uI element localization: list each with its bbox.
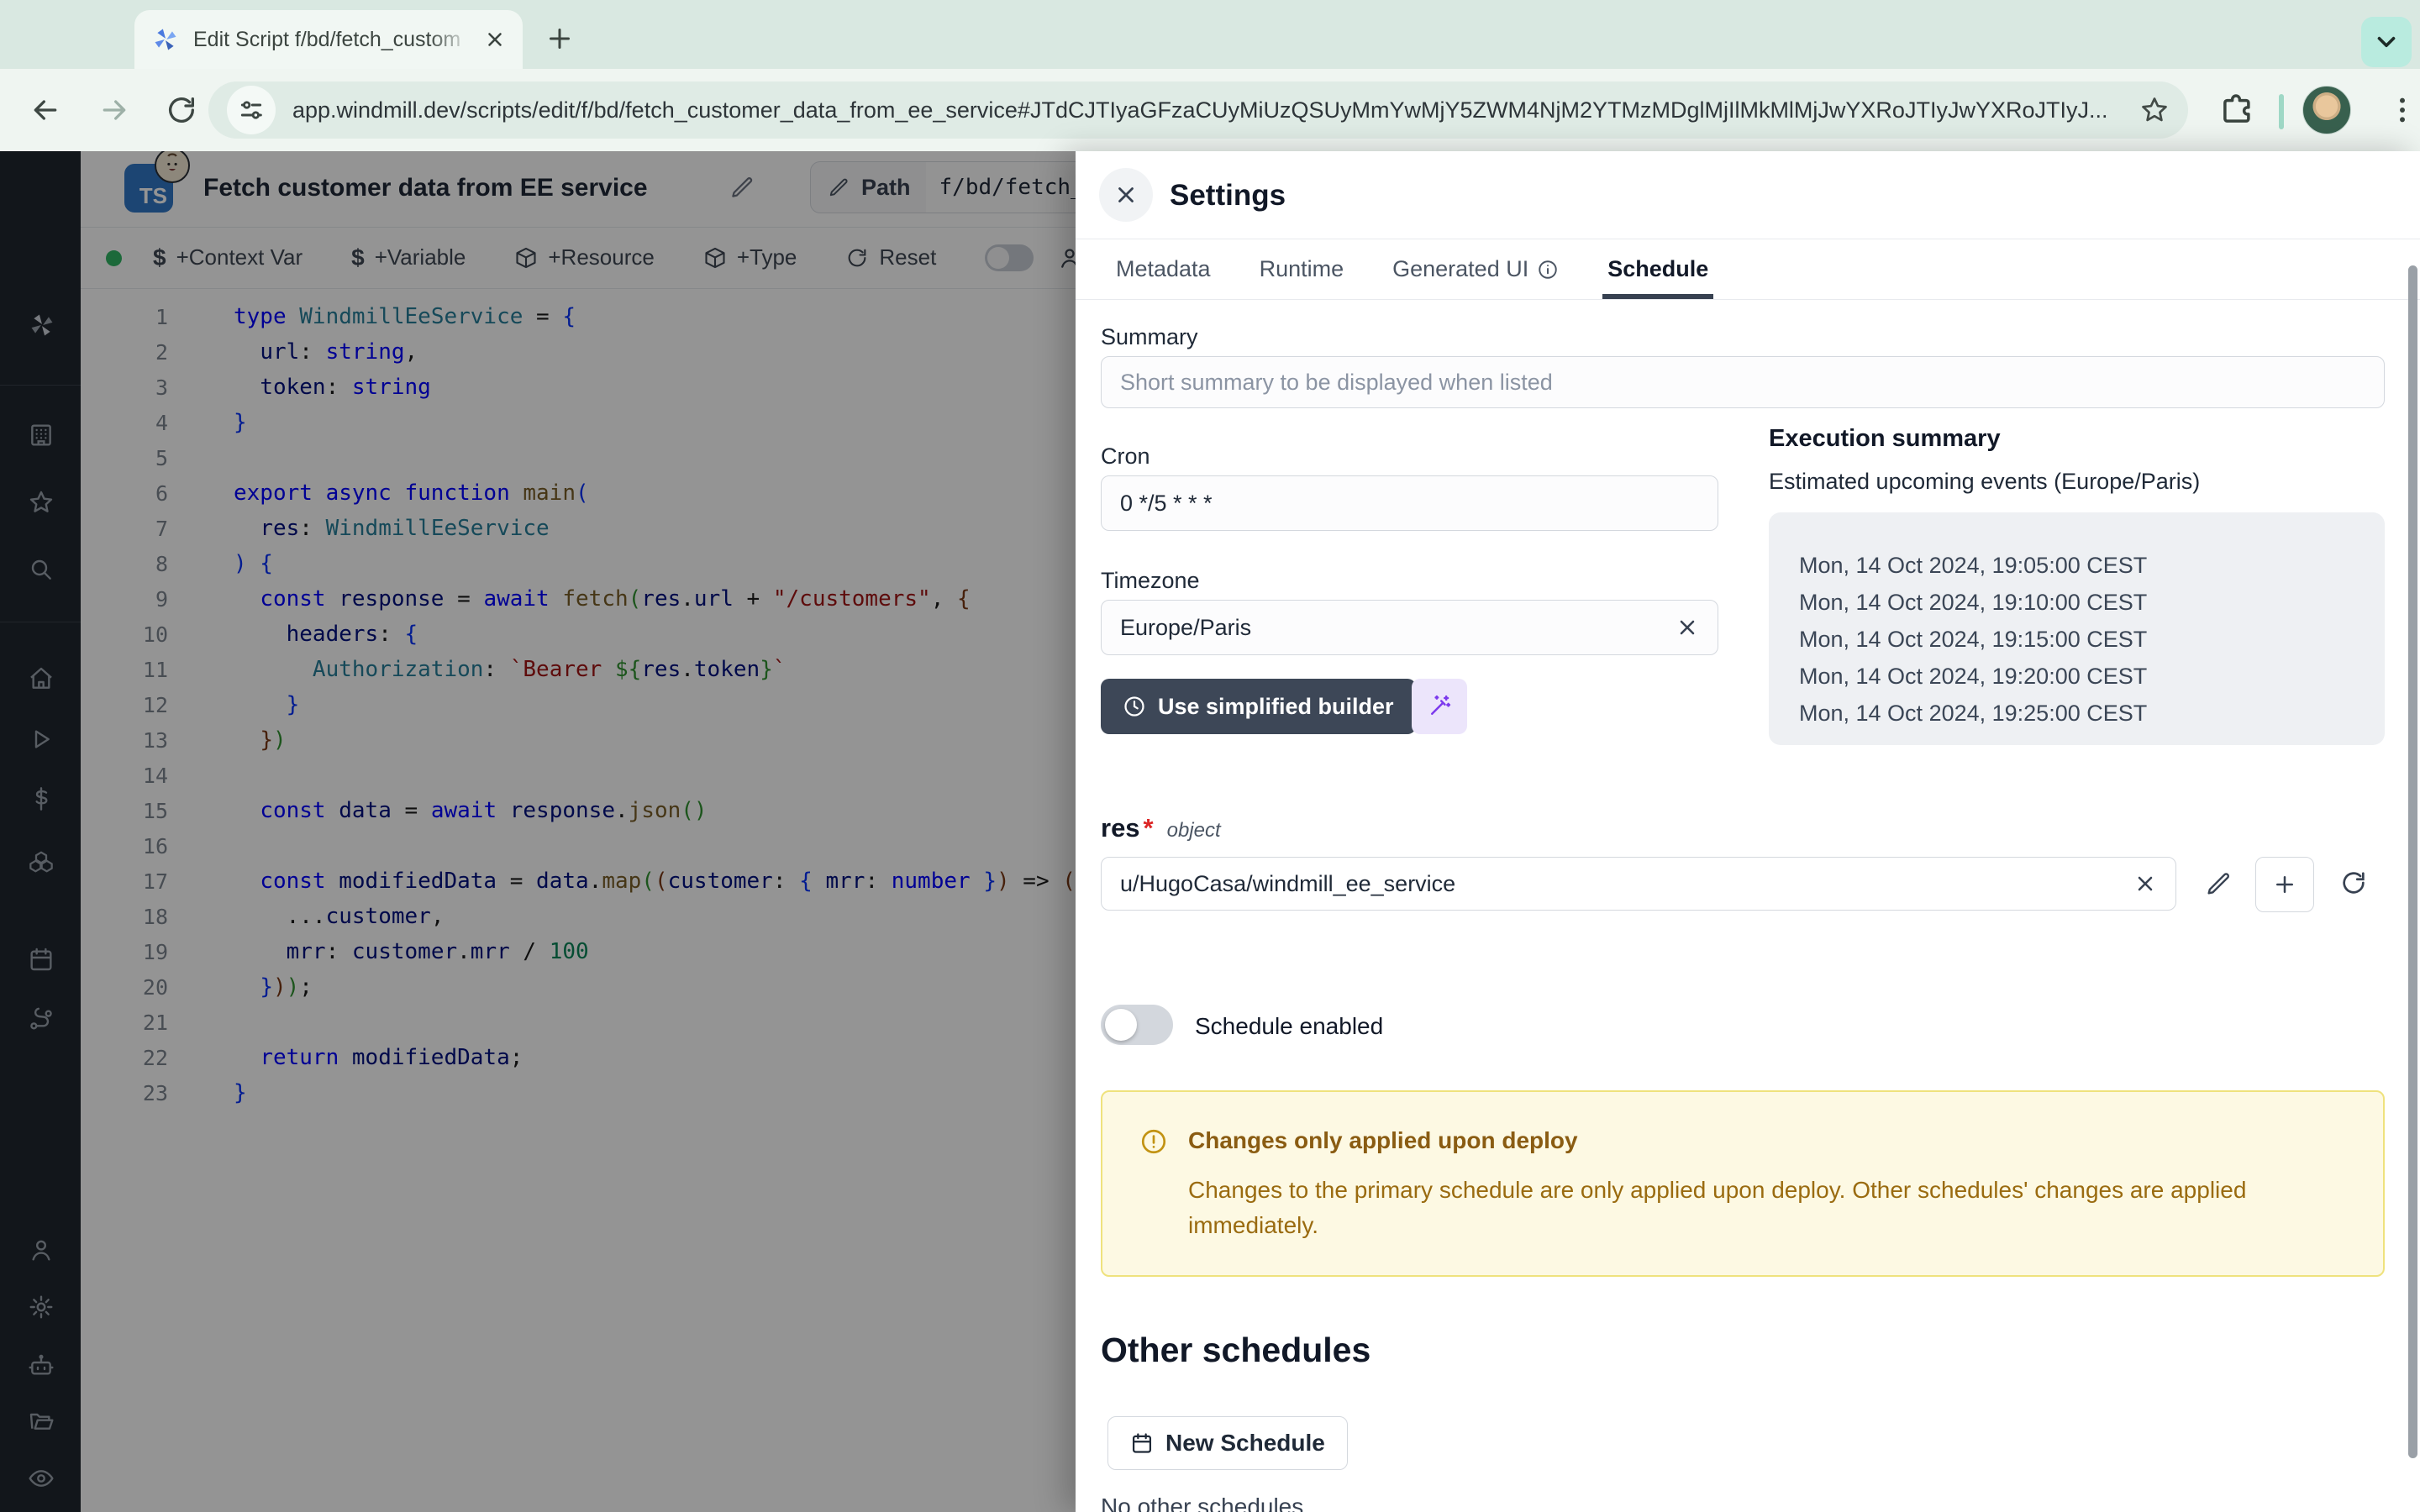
execution-summary-title: Execution summary <box>1769 425 2001 453</box>
edit-resource-pencil-icon[interactable] <box>2205 870 2232 897</box>
tab-runtime[interactable]: Runtime <box>1260 239 1344 299</box>
warning-icon <box>1139 1127 1168 1156</box>
profile-avatar[interactable] <box>2302 86 2351 134</box>
drawer-title: Settings <box>1170 179 1286 213</box>
browser-tab[interactable]: Edit Script f/bd/fetch_custom <box>134 10 523 69</box>
schedule-enabled-label: Schedule enabled <box>1195 1013 1383 1040</box>
tab-metadata[interactable]: Metadata <box>1116 239 1211 299</box>
warning-title: Changes only applied upon deploy <box>1188 1127 1578 1154</box>
summary-input[interactable]: Short summary to be displayed when liste… <box>1101 356 2385 408</box>
ai-wand-button[interactable] <box>1412 679 1467 734</box>
execution-summary-subtitle: Estimated upcoming events (Europe/Paris) <box>1769 469 2200 495</box>
calendar-icon <box>1130 1431 1154 1455</box>
add-resource-plus-button[interactable] <box>2255 857 2314 912</box>
site-info-icon[interactable] <box>227 86 276 134</box>
settings-drawer: Settings Metadata Runtime Generated UI S… <box>1076 151 2420 1512</box>
upcoming-events-box: Mon, 14 Oct 2024, 19:05:00 CESTMon, 14 O… <box>1769 512 2385 745</box>
cron-label: Cron <box>1101 444 1150 470</box>
warning-body: Changes to the primary schedule are only… <box>1188 1173 2356 1243</box>
windmill-favicon <box>151 25 180 54</box>
deploy-warning-box: Changes only applied upon deploy Changes… <box>1101 1090 2385 1277</box>
upcoming-event: Mon, 14 Oct 2024, 19:15:00 CEST <box>1799 627 2385 664</box>
other-schedules-heading: Other schedules <box>1101 1331 1370 1370</box>
resource-input[interactable]: u/HugoCasa/windmill_ee_service <box>1101 857 2176 911</box>
cron-input[interactable]: 0 */5 * * * <box>1101 475 1718 531</box>
browser-menu-icon[interactable] <box>2385 92 2420 128</box>
upcoming-event: Mon, 14 Oct 2024, 19:25:00 CEST <box>1799 701 2385 738</box>
tab-schedule[interactable]: Schedule <box>1607 239 1708 299</box>
back-icon[interactable] <box>29 93 62 127</box>
upcoming-events-list: Mon, 14 Oct 2024, 19:05:00 CESTMon, 14 O… <box>1799 553 2385 738</box>
tab-close-icon[interactable] <box>484 29 506 50</box>
drawer-overlay[interactable] <box>0 151 1076 1512</box>
info-icon <box>1537 259 1559 281</box>
magic-wand-icon <box>1427 694 1452 719</box>
windmill-app: TS Fetch customer data from EE service P… <box>0 151 2420 1512</box>
upcoming-event: Mon, 14 Oct 2024, 19:10:00 CEST <box>1799 590 2385 627</box>
timezone-input[interactable]: Europe/Paris <box>1101 600 1718 655</box>
toolbar-separator <box>2279 94 2284 129</box>
clear-resource-icon[interactable] <box>2133 872 2157 895</box>
settings-tabs: Metadata Runtime Generated UI Schedule <box>1076 239 2420 300</box>
schedule-enabled-toggle[interactable] <box>1101 1005 1173 1045</box>
res-arg-label: res* object <box>1101 813 1221 843</box>
screen: Edit Script f/bd/fetch_custom app.windmi… <box>0 0 2420 1512</box>
tab-title: Edit Script f/bd/fetch_custom <box>193 28 471 52</box>
timezone-label: Timezone <box>1101 568 1200 594</box>
summary-label: Summary <box>1101 324 1198 350</box>
browser-tabstrip: Edit Script f/bd/fetch_custom <box>0 0 2420 69</box>
drawer-scrollbar[interactable] <box>2408 265 2417 1458</box>
clock-icon <box>1123 695 1146 718</box>
forward-icon[interactable] <box>97 93 131 127</box>
new-tab-icon[interactable] <box>544 24 575 54</box>
clear-timezone-icon[interactable] <box>1676 616 1699 639</box>
simplified-builder-button[interactable]: Use simplified builder <box>1101 679 1416 734</box>
bookmark-star-icon[interactable] <box>2139 95 2170 125</box>
extensions-icon[interactable] <box>2218 92 2254 128</box>
tab-generated-ui[interactable]: Generated UI <box>1392 239 1559 299</box>
new-schedule-button[interactable]: New Schedule <box>1107 1416 1348 1470</box>
upcoming-event: Mon, 14 Oct 2024, 19:05:00 CEST <box>1799 553 2385 590</box>
no-other-schedules-text: No other schedules <box>1101 1494 1303 1512</box>
url-text: app.windmill.dev/scripts/edit/f/bd/fetch… <box>292 97 2128 123</box>
reload-icon[interactable] <box>165 93 198 127</box>
url-bar[interactable]: app.windmill.dev/scripts/edit/f/bd/fetch… <box>208 81 2188 139</box>
refresh-resource-icon[interactable] <box>2339 869 2368 897</box>
chevron-down-icon[interactable] <box>2361 17 2412 67</box>
required-asterisk: * <box>1144 813 1154 843</box>
upcoming-event: Mon, 14 Oct 2024, 19:20:00 CEST <box>1799 664 2385 701</box>
close-icon[interactable] <box>1099 168 1153 222</box>
browser-navbar: app.windmill.dev/scripts/edit/f/bd/fetch… <box>0 69 2420 152</box>
